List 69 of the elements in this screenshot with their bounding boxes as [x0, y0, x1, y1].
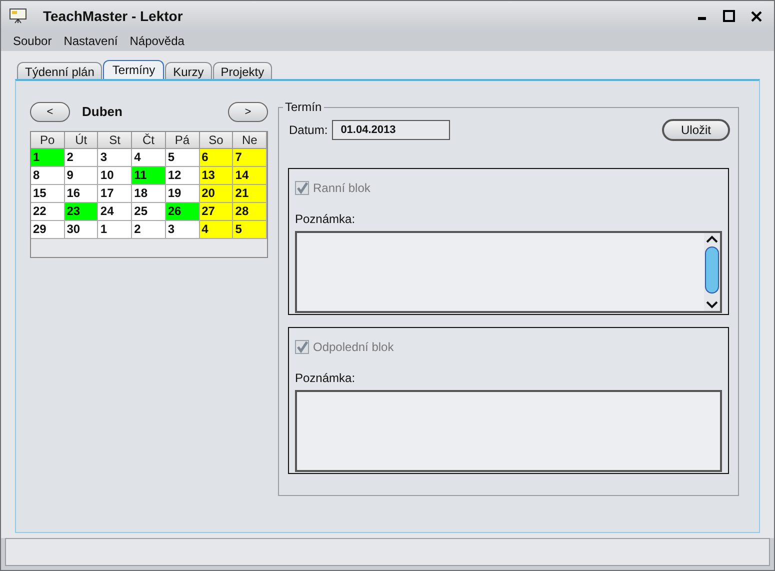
note-label: Poznámka:: [295, 370, 356, 387]
month-label: Duben: [82, 103, 122, 122]
date-field[interactable]: 01.04.2013: [332, 120, 450, 140]
day-cell[interactable]: 3: [98, 149, 132, 167]
day-cell[interactable]: 10: [98, 167, 132, 185]
window-title: TeachMaster - Lektor: [43, 6, 183, 26]
day-cell[interactable]: 20: [200, 185, 234, 203]
note-field[interactable]: [295, 390, 722, 472]
menu-item[interactable]: Nápověda: [130, 32, 184, 50]
day-cell[interactable]: 29: [31, 221, 65, 239]
day-cell[interactable]: 3: [166, 221, 200, 239]
day-cell[interactable]: 25: [132, 203, 166, 221]
note-label: Poznámka:: [295, 211, 356, 228]
day-cell[interactable]: 22: [31, 203, 65, 221]
weekday-header: Čt: [132, 132, 166, 149]
date-label: Datum:: [289, 122, 328, 139]
tab[interactable]: Týdenní plán: [17, 62, 102, 79]
day-cell[interactable]: 17: [98, 185, 132, 203]
day-cell[interactable]: 28: [233, 203, 267, 221]
weekday-header: St: [98, 132, 132, 149]
day-cell[interactable]: 24: [98, 203, 132, 221]
checkbox-label: Odpolední blok: [313, 339, 394, 356]
day-cell[interactable]: 4: [200, 221, 234, 239]
app-icon: [9, 8, 27, 24]
day-cell[interactable]: 5: [233, 221, 267, 239]
weekday-header: Pá: [166, 132, 200, 149]
tab[interactable]: Kurzy: [165, 62, 212, 79]
day-cell[interactable]: 1: [98, 221, 132, 239]
day-cell[interactable]: 14: [233, 167, 267, 185]
day-cell[interactable]: 16: [64, 185, 98, 203]
next-month-button[interactable]: >: [228, 102, 268, 122]
day-cell[interactable]: 6: [200, 149, 234, 167]
previous-month-button[interactable]: <: [30, 102, 70, 122]
day-cell[interactable]: 8: [31, 167, 65, 185]
save-button[interactable]: Uložit: [662, 119, 730, 141]
day-cell[interactable]: 7: [233, 149, 267, 167]
checkbox-label: Ranní blok: [313, 180, 370, 197]
menu-item[interactable]: Soubor: [13, 32, 52, 50]
day-cell[interactable]: 15: [31, 185, 65, 203]
day-cell[interactable]: 5: [166, 149, 200, 167]
day-cell[interactable]: 18: [132, 185, 166, 203]
weekday-header: So: [200, 132, 234, 149]
checkbox[interactable]: [295, 181, 309, 195]
day-cell[interactable]: 30: [64, 221, 98, 239]
day-cell[interactable]: 1: [31, 149, 65, 167]
weekday-header: Po: [31, 132, 65, 149]
day-cell[interactable]: 9: [64, 167, 98, 185]
day-cell[interactable]: 4: [132, 149, 166, 167]
tab[interactable]: Termíny: [103, 60, 164, 79]
day-cell[interactable]: 12: [166, 167, 200, 185]
menu-item[interactable]: Nastavení: [64, 32, 118, 50]
day-cell[interactable]: 13: [200, 167, 234, 185]
day-cell[interactable]: 2: [132, 221, 166, 239]
checkbox[interactable]: [295, 340, 309, 354]
weekday-header: Út: [64, 132, 98, 149]
day-cell[interactable]: 21: [233, 185, 267, 203]
weekday-header: Ne: [233, 132, 267, 149]
group-title: Termín: [283, 100, 324, 114]
scrollbar[interactable]: [704, 233, 720, 311]
day-cell[interactable]: 11: [132, 167, 166, 185]
day-cell[interactable]: 23: [64, 203, 98, 221]
day-cell[interactable]: 26: [166, 203, 200, 221]
maximize-icon[interactable]: [723, 10, 735, 22]
day-cell[interactable]: 27: [200, 203, 234, 221]
close-icon[interactable]: [751, 10, 762, 22]
day-cell[interactable]: 2: [64, 149, 98, 167]
note-field[interactable]: [295, 231, 722, 313]
day-cell[interactable]: 19: [166, 185, 200, 203]
tab[interactable]: Projekty: [212, 62, 272, 79]
